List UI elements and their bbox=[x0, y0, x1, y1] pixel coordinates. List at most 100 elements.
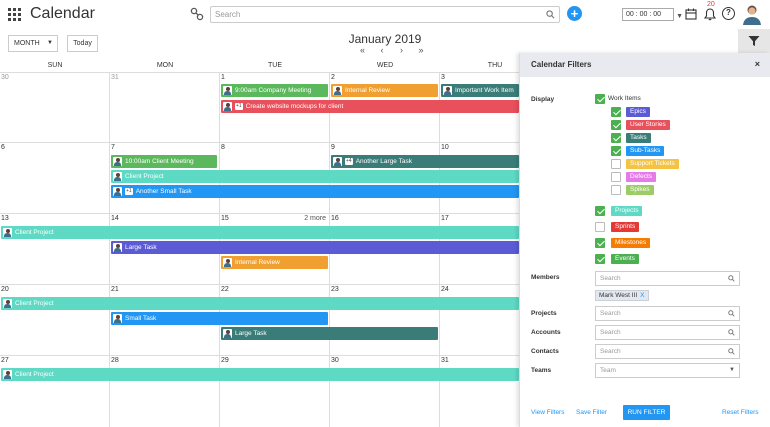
sprints-checkbox[interactable] bbox=[595, 222, 605, 232]
day-cell[interactable]: 23 bbox=[330, 285, 440, 355]
remove-member-icon[interactable]: X bbox=[640, 292, 644, 299]
today-button[interactable]: Today bbox=[67, 35, 98, 52]
filter-toggle-button[interactable] bbox=[738, 29, 770, 53]
period-title: January 2019 bbox=[348, 32, 422, 46]
global-search-input[interactable]: Search bbox=[210, 6, 560, 23]
link-icon[interactable] bbox=[190, 7, 204, 21]
calendar-event[interactable]: Small Task bbox=[111, 312, 328, 325]
event-label: 10:00am Client Meeting bbox=[125, 158, 194, 165]
calendar-event[interactable]: +1 Another Small Task bbox=[111, 185, 519, 198]
calendar-event[interactable]: Large Task bbox=[221, 327, 438, 340]
accounts-label: Accounts bbox=[531, 329, 561, 336]
next-period-button[interactable]: › bbox=[398, 45, 410, 55]
accounts-search-input[interactable]: Search bbox=[595, 325, 740, 340]
weekday-label: MON bbox=[156, 62, 174, 69]
extra-assignees-badge: +1 bbox=[235, 102, 243, 110]
chevron-down-icon: ▼ bbox=[729, 367, 735, 373]
event-label: Create website mockups for client bbox=[245, 103, 344, 110]
user-stories-checkbox[interactable] bbox=[611, 120, 621, 130]
bell-icon[interactable] bbox=[704, 7, 716, 21]
day-cell[interactable]: 13 bbox=[0, 214, 110, 284]
day-cell[interactable]: 31 bbox=[110, 73, 220, 142]
timer-dropdown[interactable]: 00 : 00 : 00 ▼ bbox=[622, 8, 683, 21]
timer-value: 00 : 00 : 00 bbox=[626, 11, 662, 18]
milestones-tag: Milestones bbox=[611, 238, 651, 248]
day-cell[interactable]: 30 bbox=[0, 73, 110, 142]
run-filter-button[interactable]: RUN FILTER bbox=[623, 405, 670, 420]
calendar-event[interactable]: +1 Create website mockups for client bbox=[221, 100, 519, 113]
day-number: 28 bbox=[111, 357, 119, 364]
day-number: 16 bbox=[331, 215, 339, 222]
assignee-avatar bbox=[113, 314, 122, 323]
view-filters-link[interactable]: View Filters bbox=[531, 409, 564, 416]
member-chip-label: Mark West III bbox=[599, 292, 638, 299]
calendar-event[interactable]: Client Project bbox=[111, 170, 519, 183]
calendar-event[interactable]: Internal Review bbox=[331, 84, 438, 97]
more-events-link[interactable]: 2 more bbox=[304, 215, 326, 222]
view-select[interactable]: MONTH ▼ bbox=[8, 35, 58, 52]
previous-period-button[interactable]: ‹ bbox=[379, 45, 391, 55]
members-search-input[interactable]: Search bbox=[595, 271, 740, 286]
view-select-value: MONTH bbox=[14, 40, 40, 47]
milestones-checkbox[interactable] bbox=[595, 238, 605, 248]
search-placeholder: Search bbox=[215, 10, 241, 19]
work-items-checkbox[interactable] bbox=[595, 94, 605, 104]
calendar-event[interactable]: Client Project bbox=[1, 297, 519, 310]
epics-checkbox[interactable] bbox=[611, 107, 621, 117]
day-cell[interactable]: 30 bbox=[330, 356, 440, 427]
help-icon[interactable]: ? bbox=[722, 7, 735, 20]
search-icon bbox=[728, 310, 735, 317]
calendar-icon[interactable] bbox=[685, 8, 697, 20]
day-number: 31 bbox=[441, 357, 449, 364]
spikes-checkbox[interactable] bbox=[611, 185, 621, 195]
day-number: 8 bbox=[221, 144, 225, 151]
panel-header: Calendar Filters × bbox=[520, 53, 770, 77]
event-label: Internal Review bbox=[345, 87, 390, 94]
panel-title: Calendar Filters bbox=[531, 60, 592, 69]
reset-filters-link[interactable]: Reset Filters bbox=[722, 409, 758, 416]
calendar-event[interactable]: +4 Another Large Task bbox=[331, 155, 519, 168]
calendar-event[interactable]: 9:00am Company Meeting bbox=[221, 84, 328, 97]
support-tickets-checkbox[interactable] bbox=[611, 159, 621, 169]
calendar-event[interactable]: Important Work Item bbox=[441, 84, 519, 97]
day-cell[interactable]: 6 bbox=[0, 143, 110, 213]
calendar-event[interactable]: Client Project bbox=[1, 368, 519, 381]
event-label: Another Large Task bbox=[355, 158, 412, 165]
member-chip: Mark West III X bbox=[595, 290, 649, 301]
events-checkbox[interactable] bbox=[595, 254, 605, 264]
epics-tag: Epics bbox=[626, 107, 650, 117]
projects-search-input[interactable]: Search bbox=[595, 306, 740, 321]
assignee-avatar bbox=[443, 86, 452, 95]
day-number: 1 bbox=[221, 74, 225, 81]
calendar-event[interactable]: 10:00am Client Meeting bbox=[111, 155, 217, 168]
close-icon[interactable]: × bbox=[755, 59, 760, 69]
save-filter-link[interactable]: Save Filter bbox=[576, 409, 607, 416]
day-cell[interactable]: 29 bbox=[220, 356, 330, 427]
event-label: Large Task bbox=[235, 330, 267, 337]
teams-select[interactable]: Team ▼ bbox=[595, 363, 740, 378]
app-grid-icon[interactable] bbox=[8, 8, 21, 21]
day-number: 10 bbox=[441, 144, 449, 151]
event-label: 9:00am Company Meeting bbox=[235, 87, 312, 94]
filter-icon bbox=[748, 36, 760, 46]
calendar-event[interactable]: Large Task bbox=[111, 241, 519, 254]
add-button[interactable]: + bbox=[567, 6, 582, 21]
tasks-tag: Tasks bbox=[626, 133, 651, 143]
day-cell[interactable]: 28 bbox=[110, 356, 220, 427]
contacts-search-input[interactable]: Search bbox=[595, 344, 740, 359]
event-label: Client Project bbox=[15, 229, 54, 236]
weekday-label: WED bbox=[376, 62, 394, 69]
day-number: 7 bbox=[111, 144, 115, 151]
defects-checkbox[interactable] bbox=[611, 172, 621, 182]
day-cell[interactable]: 27 bbox=[0, 356, 110, 427]
calendar-event[interactable]: Internal Review bbox=[221, 256, 328, 269]
calendar-event[interactable]: Client Project bbox=[1, 226, 519, 239]
projects-display-checkbox[interactable] bbox=[595, 206, 605, 216]
tasks-checkbox[interactable] bbox=[611, 133, 621, 143]
first-period-button[interactable]: « bbox=[359, 45, 371, 55]
calendar-app: Calendar Search + 00 : 00 : 00 ▼ 20 ? MO… bbox=[0, 0, 770, 427]
day-cell[interactable]: 20 bbox=[0, 285, 110, 355]
sub-tasks-checkbox[interactable] bbox=[611, 146, 621, 156]
last-period-button[interactable]: » bbox=[418, 45, 430, 55]
user-avatar[interactable] bbox=[742, 3, 762, 25]
